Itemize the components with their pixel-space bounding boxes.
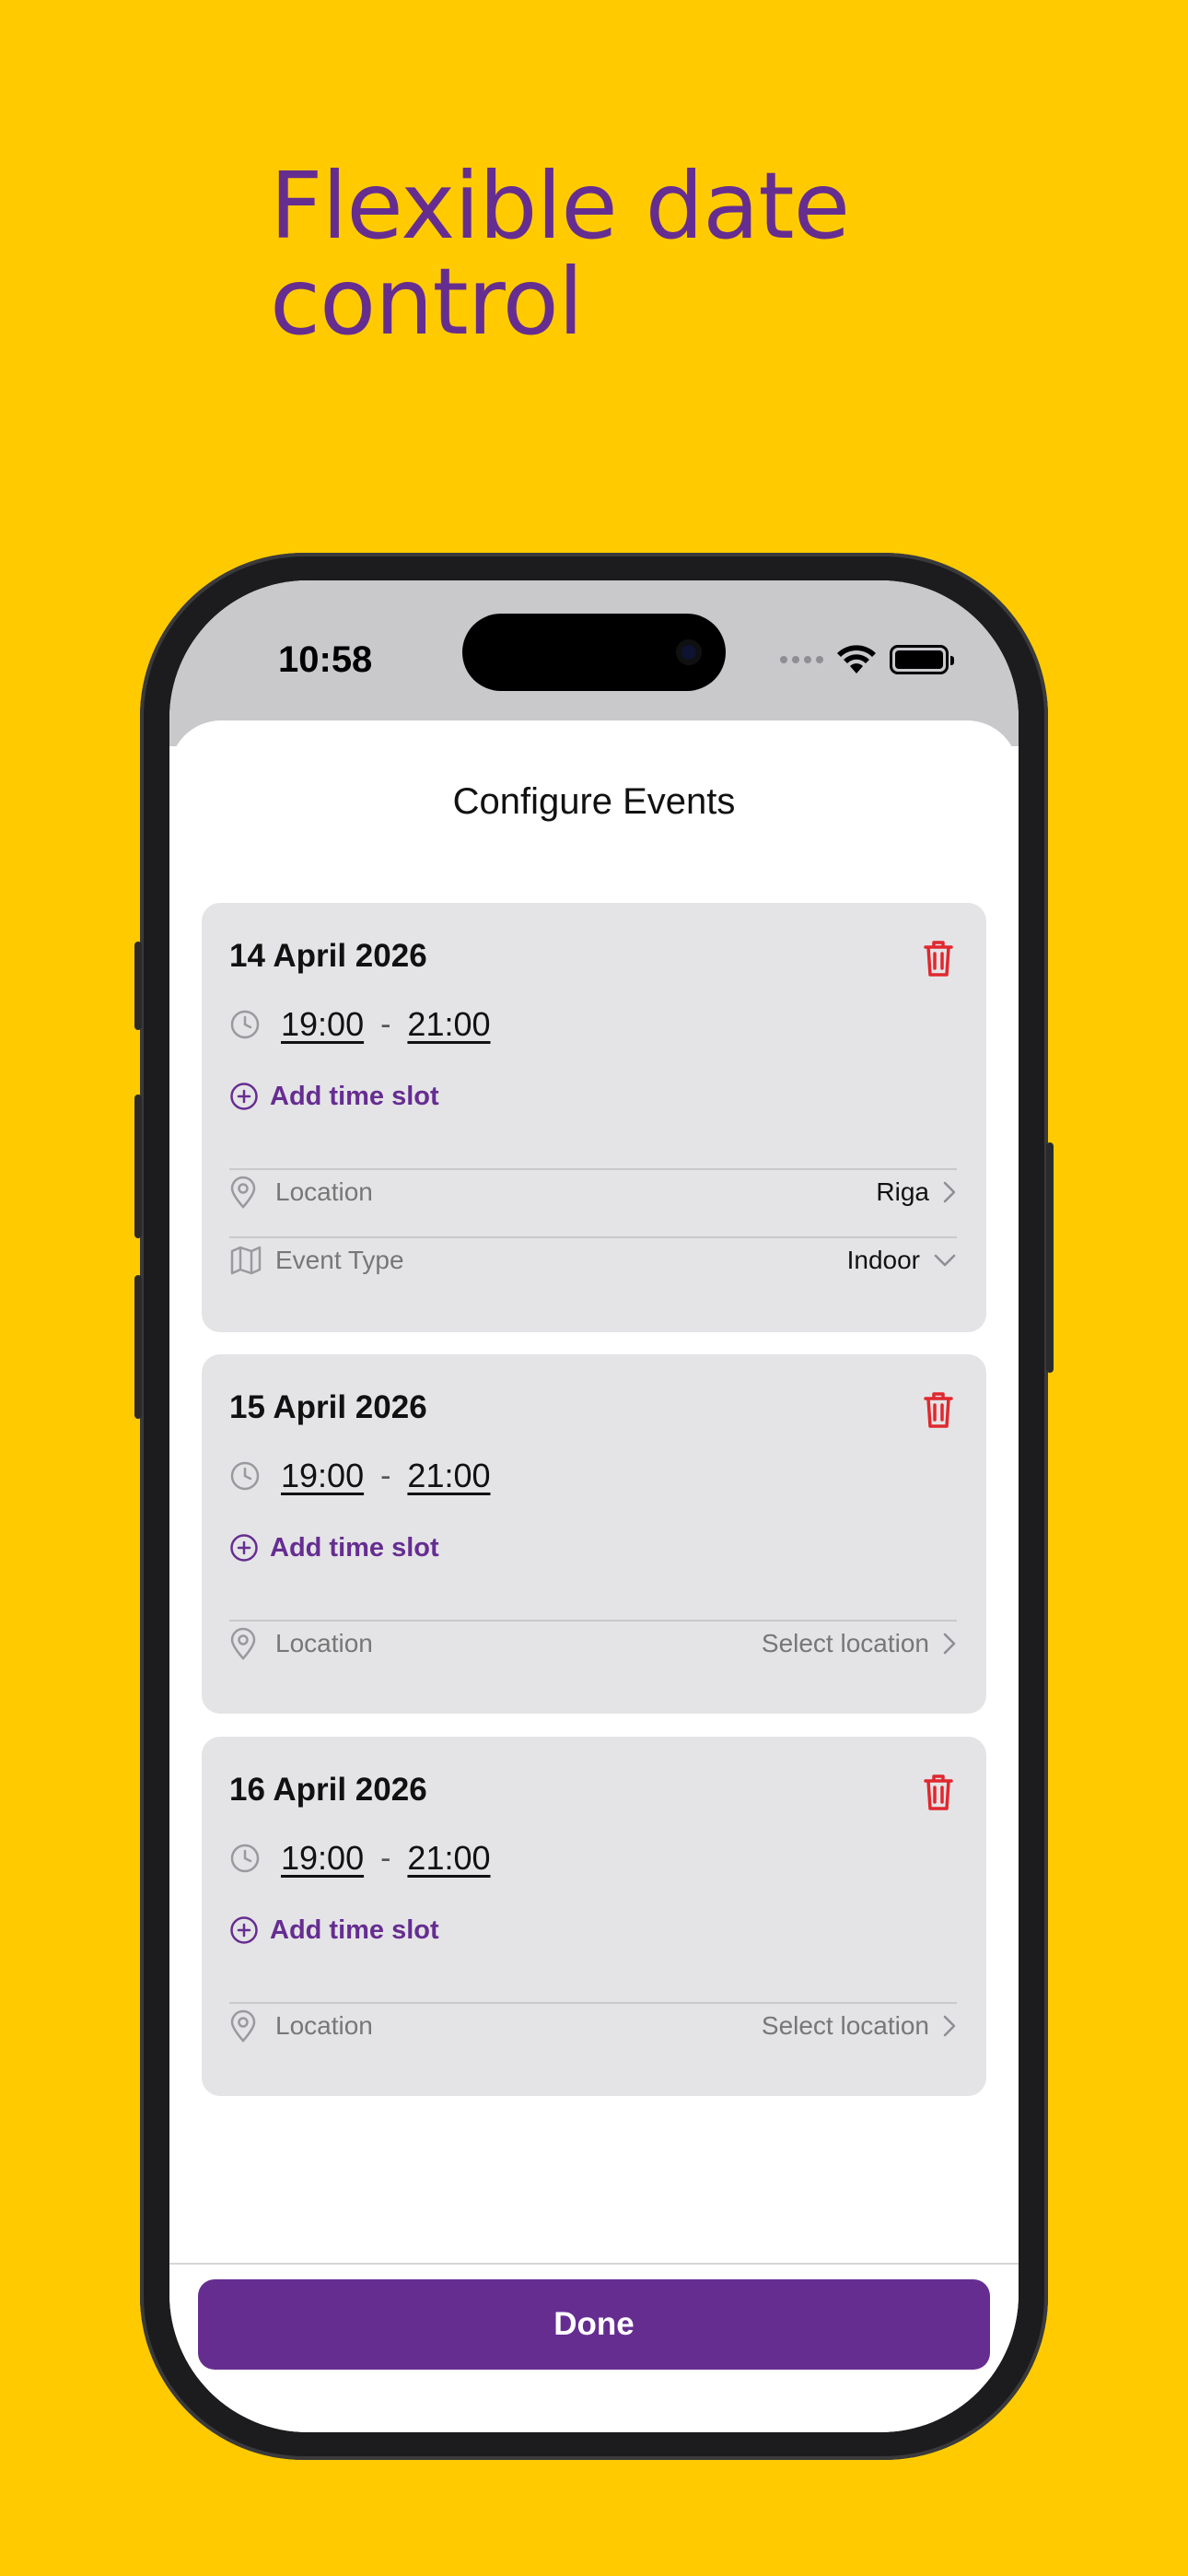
sheet-title: Configure Events [452,781,736,822]
location-value: Riga [876,1177,957,1207]
event-date: 15 April 2026 [229,1389,427,1425]
add-time-slot-button[interactable]: Add time slot [229,1912,439,1949]
add-time-slot-button[interactable]: Add time slot [229,1529,439,1566]
event-type-value-text: Indoor [846,1246,920,1274]
clock-icon [230,1844,260,1873]
location-pin-icon [230,1627,256,1660]
time-slot-row: 19:00 - 21:00 [229,1001,491,1048]
time-separator: - [380,1458,391,1493]
volume-down-button [134,1275,142,1419]
headline-line-1: Flexible date [270,152,850,260]
event-date: 14 April 2026 [229,938,427,974]
battery-icon [890,645,954,674]
location-label: Location [275,1177,373,1206]
camera-icon [676,639,702,665]
start-time[interactable]: 19:00 [281,1457,364,1495]
location-value-text: Select location [761,1629,929,1657]
trash-icon[interactable] [920,1389,957,1430]
location-value-text: Riga [876,1177,929,1206]
done-button[interactable]: Done [198,2279,990,2370]
location-label: Location [275,2011,373,2040]
configure-events-sheet: Configure Events 14 April 2026 19:00 - 2… [169,720,1019,2432]
end-time[interactable]: 21:00 [407,1457,490,1495]
start-time[interactable]: 19:00 [281,1005,364,1044]
end-time[interactable]: 21:00 [407,1839,490,1878]
add-time-slot-label: Add time slot [270,1081,439,1111]
wifi-icon [837,645,876,673]
chevron-right-icon [943,2015,956,2037]
end-time[interactable]: 21:00 [407,1005,490,1044]
time-separator: - [380,1006,391,1042]
map-icon [230,1246,262,1275]
location-row[interactable]: Location Select location [229,2004,957,2048]
location-row[interactable]: Location Select location [229,1622,957,1666]
event-type-value: Indoor [847,1246,957,1275]
event-card: 16 April 2026 19:00 - 21:00 Add time slo… [202,1737,986,2096]
event-date: 16 April 2026 [229,1772,427,1808]
phone-screen: 10:58 Configure Events 14 April 2026 19:… [169,580,1019,2432]
clock-icon [230,1010,260,1039]
chevron-right-icon [943,1181,956,1203]
location-value: Select location [762,1629,957,1658]
location-value: Select location [762,2011,957,2041]
location-label: Location [275,1629,373,1657]
location-row[interactable]: Location Riga [229,1170,957,1214]
footer-divider [169,2263,1019,2265]
event-card: 15 April 2026 19:00 - 21:00 Add time slo… [202,1354,986,1714]
time-slot-row: 19:00 - 21:00 [229,1835,491,1881]
chevron-right-icon [943,1633,956,1655]
location-value-text: Select location [761,2011,929,2040]
headline: Flexible date control [270,158,1007,350]
chevron-down-icon [934,1254,956,1267]
plus-circle-icon [230,1916,258,1944]
location-pin-icon [230,2009,256,2043]
headline-line-2: control [270,248,584,356]
trash-icon[interactable] [920,938,957,978]
time-slot-row: 19:00 - 21:00 [229,1453,491,1499]
start-time[interactable]: 19:00 [281,1839,364,1878]
event-type-label: Event Type [275,1246,404,1274]
dynamic-island [462,614,726,691]
add-time-slot-button[interactable]: Add time slot [229,1078,439,1115]
add-time-slot-label: Add time slot [270,1532,439,1563]
location-pin-icon [230,1176,256,1209]
action-button [134,942,142,1030]
plus-circle-icon [230,1083,258,1110]
status-time: 10:58 [278,639,373,680]
power-button [1046,1142,1054,1373]
event-type-row[interactable]: Event Type Indoor [229,1238,957,1282]
event-card: 14 April 2026 19:00 - 21:00 Add time slo… [202,903,986,1332]
trash-icon[interactable] [920,1772,957,1812]
time-separator: - [380,1840,391,1876]
cellular-signal-icon [780,656,823,663]
clock-icon [230,1461,260,1491]
volume-up-button [134,1095,142,1238]
status-icons [780,641,954,678]
add-time-slot-label: Add time slot [270,1914,439,1945]
plus-circle-icon [230,1534,258,1562]
